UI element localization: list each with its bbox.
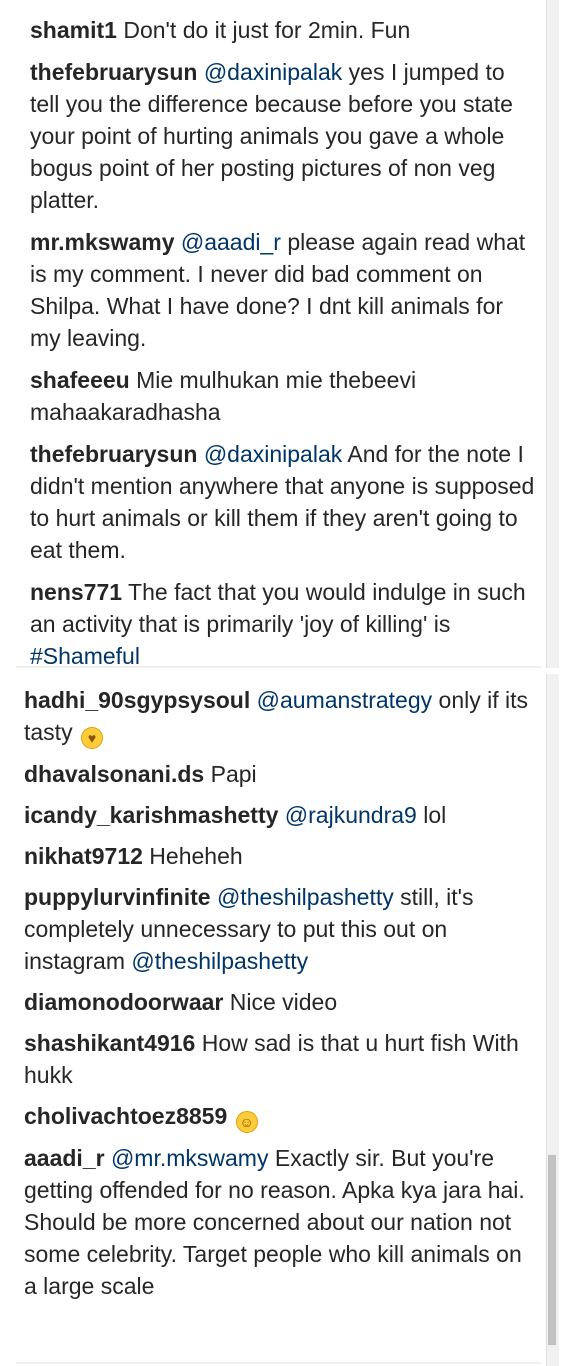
comment-text: Don't do it just for 2min. Fun <box>123 17 411 43</box>
comment-username-link[interactable]: hadhi_90sgypsysoul <box>24 687 250 713</box>
comment-mention-link[interactable]: @rajkundra9 <box>285 802 417 828</box>
comment-mention-link[interactable]: @theshilpashetty <box>131 948 308 974</box>
comment-item: dhavalsonani.ds Papi <box>24 758 539 790</box>
comment-mention-link[interactable]: @daxinipalak <box>204 441 342 467</box>
comment-username-link[interactable]: dhavalsonani.ds <box>24 761 204 787</box>
comments-panel-top: shamit1 Don't do it just for 2min. Fun th… <box>0 0 561 669</box>
comment-item: shashikant4916 How sad is that u hurt fi… <box>24 1027 539 1091</box>
comment-username-link[interactable]: puppylurvinfinite <box>24 884 211 910</box>
comment-mention-link[interactable]: @daxinipalak <box>204 59 342 85</box>
comment-item: aaadi_r @mr.mkswamy Exactly sir. But you… <box>24 1142 539 1302</box>
comment-username-link[interactable]: thefebruarysun <box>30 59 197 85</box>
comment-item: diamonodoorwaar Nice video <box>24 986 539 1018</box>
comment-username-link[interactable]: nens771 <box>30 579 122 605</box>
divider <box>16 1362 541 1364</box>
comment-mention-link[interactable]: @theshilpashetty <box>217 884 394 910</box>
comment-item: cholivachtoez8859 ☺ <box>24 1100 539 1133</box>
comment-text: Heheheh <box>149 843 243 869</box>
comment-username-link[interactable]: aaadi_r <box>24 1145 105 1171</box>
comment-username-link[interactable]: diamonodoorwaar <box>24 989 223 1015</box>
comment-text: Nice video <box>229 989 338 1015</box>
comment-item: mr.mkswamy @aaadi_r please again read wh… <box>30 226 535 354</box>
comment-username-link[interactable]: thefebruarysun <box>30 441 197 467</box>
comments-panel-bottom: hadhi_90sgypsysoul @aumanstrategy only i… <box>0 674 561 1366</box>
comment-item: thefebruarysun @daxinipalak yes I jumped… <box>30 56 535 216</box>
comment-item: nens771 The fact that you would indulge … <box>30 576 535 672</box>
comment-item: puppylurvinfinite @theshilpashetty still… <box>24 881 539 977</box>
comment-username-link[interactable]: shashikant4916 <box>24 1030 195 1056</box>
scrollbar-track-top[interactable] <box>546 0 559 668</box>
heart-eyes-emoji-icon: ♥ <box>80 727 103 749</box>
comment-username-link[interactable]: cholivachtoez8859 <box>24 1103 227 1129</box>
comment-item: nikhat9712 Heheheh <box>24 840 539 872</box>
comment-item: thefebruarysun @daxinipalak And for the … <box>30 438 535 566</box>
comment-mention-link[interactable]: @mr.mkswamy <box>111 1145 269 1171</box>
comment-text: lol <box>423 802 447 828</box>
comment-username-link[interactable]: nikhat9712 <box>24 843 143 869</box>
comment-item: hadhi_90sgypsysoul @aumanstrategy only i… <box>24 684 539 749</box>
comment-username-link[interactable]: shafeeeu <box>30 367 130 393</box>
comment-item: icandy_karishmashetty @rajkundra9 lol <box>24 799 539 831</box>
comment-item: shafeeeu Mie mulhukan mie thebeevi mahaa… <box>30 364 535 428</box>
comment-mention-link[interactable]: @aaadi_r <box>181 229 281 255</box>
smile-emoji-icon: ☺ <box>235 1111 258 1133</box>
comment-username-link[interactable]: icandy_karishmashetty <box>24 802 278 828</box>
comment-item: shamit1 Don't do it just for 2min. Fun <box>30 14 535 46</box>
comment-username-link[interactable]: mr.mkswamy <box>30 229 174 255</box>
comment-text: Papi <box>210 761 257 787</box>
scrollbar-thumb[interactable] <box>548 1155 556 1345</box>
comment-username-link[interactable]: shamit1 <box>30 17 117 43</box>
comment-mention-link[interactable]: @aumanstrategy <box>257 687 433 713</box>
